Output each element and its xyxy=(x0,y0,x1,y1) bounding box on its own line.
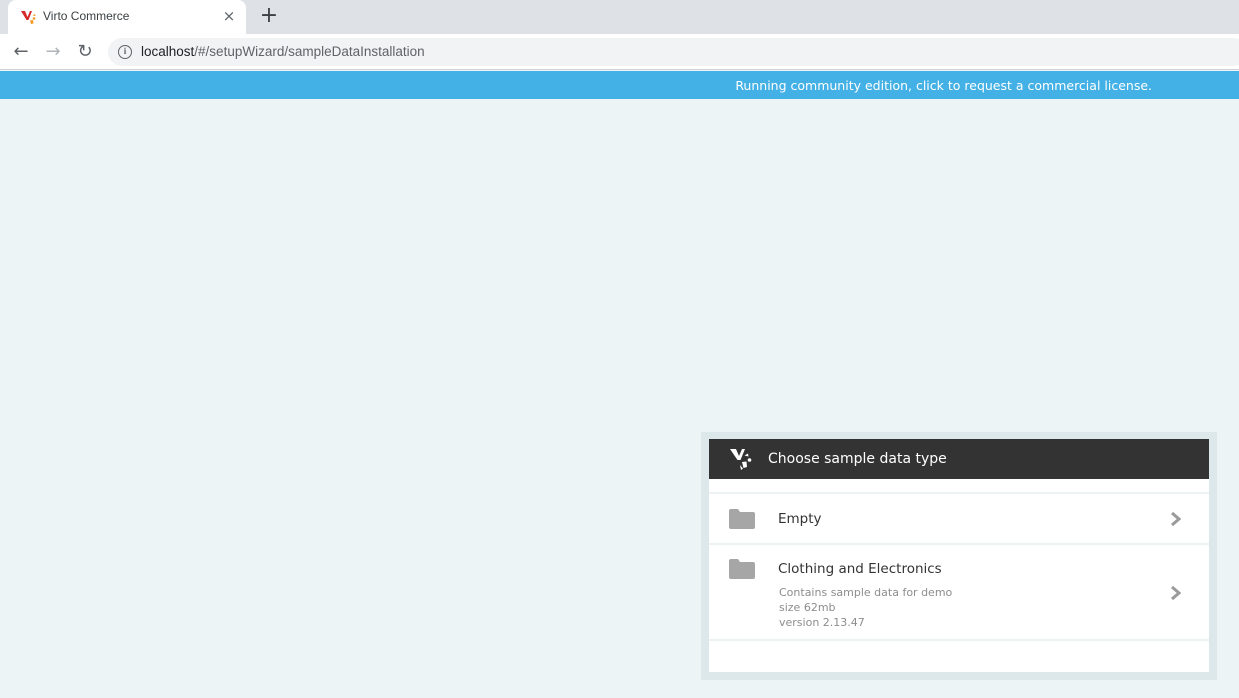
list-item-empty[interactable]: Empty xyxy=(709,494,1209,545)
license-banner-text[interactable]: Running community edition, click to requ… xyxy=(735,78,1152,93)
browser-tab[interactable]: Virto Commerce × xyxy=(8,0,246,34)
browser-tabstrip: Virto Commerce × + xyxy=(0,0,1239,34)
item-name: Empty xyxy=(778,511,822,527)
item-version: version 2.13.47 xyxy=(779,616,865,629)
item-details: Contains sample data for demo size 62mb … xyxy=(779,585,952,630)
chevron-right-icon xyxy=(1171,512,1181,526)
forward-button[interactable]: → xyxy=(41,40,65,64)
license-banner[interactable]: Running community edition, click to requ… xyxy=(0,71,1239,99)
wizard-header: Choose sample data type xyxy=(709,439,1209,479)
tab-title: Virto Commerce xyxy=(43,9,130,23)
url-host: localhost xyxy=(141,44,195,59)
list-spacer xyxy=(709,479,1209,494)
back-button[interactable]: ← xyxy=(9,40,33,64)
folder-icon xyxy=(729,559,755,579)
sample-data-wizard: Choose sample data type Empty Clothing a… xyxy=(701,432,1217,680)
virto-favicon-icon xyxy=(21,11,36,24)
list-item-clothing-electronics[interactable]: Clothing and Electronics Contains sample… xyxy=(709,545,1209,641)
tab-close-icon[interactable]: × xyxy=(220,6,238,26)
site-info-icon[interactable]: i xyxy=(118,45,132,59)
item-description: Contains sample data for demo xyxy=(779,586,953,599)
item-size: size 62mb xyxy=(779,601,836,614)
url-path: /#/setupWizard/sampleDataInstallation xyxy=(194,44,425,59)
reload-button[interactable]: ↻ xyxy=(73,40,97,64)
folder-icon xyxy=(729,509,755,529)
virto-logo-icon xyxy=(730,449,752,470)
address-bar[interactable]: i localhost/#/setupWizard/sampleDataInst… xyxy=(108,38,1239,66)
chevron-right-icon xyxy=(1171,586,1181,600)
wizard-title: Choose sample data type xyxy=(768,451,947,467)
browser-toolbar: ← → ↻ i localhost/#/setupWizard/sampleDa… xyxy=(0,34,1239,70)
new-tab-button[interactable]: + xyxy=(258,4,280,28)
url-text[interactable]: localhost/#/setupWizard/sampleDataInstal… xyxy=(141,44,425,59)
item-name: Clothing and Electronics xyxy=(778,561,942,577)
wizard-blade: Choose sample data type Empty Clothing a… xyxy=(709,439,1209,672)
